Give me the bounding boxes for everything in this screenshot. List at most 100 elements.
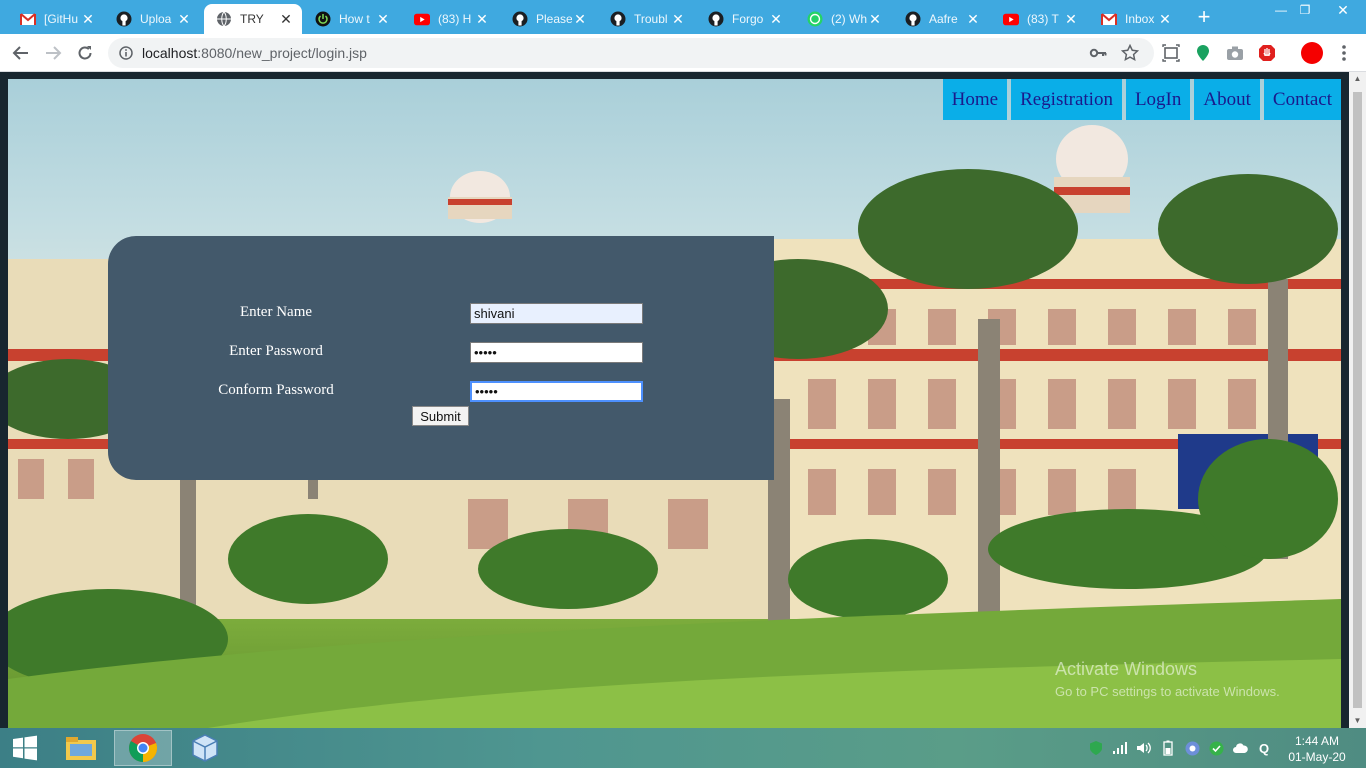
volume-icon[interactable]	[1136, 740, 1152, 756]
globe-icon	[216, 11, 232, 27]
browser-tab[interactable]: How t ✕	[303, 4, 399, 34]
tab-title: Forgo	[732, 12, 764, 26]
shield-tray-icon[interactable]	[1088, 740, 1104, 756]
tab-title: Uploa	[140, 12, 172, 26]
info-icon[interactable]	[119, 46, 133, 60]
close-tab-icon[interactable]: ✕	[867, 11, 883, 28]
login-form: Enter Name Enter Password Conform Passwo…	[108, 236, 774, 480]
map-pin-extension-icon[interactable]	[1193, 43, 1213, 63]
vertical-scrollbar[interactable]: ▲ ▼	[1349, 72, 1366, 728]
q-tray-icon[interactable]: Q	[1256, 740, 1272, 756]
power-icon	[315, 11, 331, 27]
clock-date: 01-May-20	[1288, 750, 1346, 764]
close-tab-icon[interactable]: ✕	[1063, 11, 1079, 28]
network-signal-icon[interactable]	[1112, 740, 1128, 756]
adblock-extension-icon[interactable]	[1257, 43, 1277, 63]
windows-logo-icon	[13, 735, 37, 761]
tab-title: (2) Wh	[831, 12, 867, 26]
bookmark-star-icon[interactable]	[1120, 43, 1140, 63]
site-nav: Home Registration LogIn About Contact	[942, 79, 1341, 120]
confirm-password-input[interactable]	[470, 381, 643, 402]
scroll-down-arrow-icon[interactable]: ▼	[1349, 714, 1366, 728]
browser-tab[interactable]: (83) H ✕	[402, 4, 498, 34]
chrome-tray-icon[interactable]	[1184, 740, 1200, 756]
password-input[interactable]	[470, 342, 643, 363]
github-icon	[512, 11, 528, 27]
check-tray-icon[interactable]	[1208, 740, 1224, 756]
address-bar[interactable]: localhost:8080/new_project/login.jsp	[108, 38, 1154, 68]
virtualbox-app[interactable]	[176, 730, 234, 766]
watermark-subtitle: Go to PC settings to activate Windows.	[1055, 684, 1280, 699]
camera-extension-icon[interactable]	[1225, 43, 1245, 63]
close-tab-icon[interactable]: ✕	[278, 11, 294, 28]
confirm-password-label: Conform Password	[218, 382, 334, 398]
new-tab-button[interactable]: +	[1192, 4, 1216, 30]
tab-title: (83) T	[1027, 12, 1059, 26]
start-button[interactable]	[0, 730, 50, 766]
name-input[interactable]	[470, 303, 643, 324]
folder-icon	[66, 737, 96, 760]
close-tab-icon[interactable]: ✕	[80, 11, 96, 28]
key-icon[interactable]	[1088, 43, 1108, 63]
windows-taskbar: Q 1:44 AM 01-May-20	[0, 728, 1366, 768]
close-tab-icon[interactable]: ✕	[375, 11, 391, 28]
close-tab-icon[interactable]: ✕	[768, 11, 784, 28]
chrome-menu-icon[interactable]	[1334, 43, 1354, 63]
browser-tab[interactable]: TRY ✕	[204, 4, 302, 34]
nav-link-registration[interactable]: Registration	[1011, 79, 1122, 120]
back-button[interactable]	[8, 40, 34, 66]
browser-tab[interactable]: Inbox ✕	[1089, 4, 1181, 34]
github-icon	[610, 11, 626, 27]
cloud-icon[interactable]	[1232, 740, 1248, 756]
nav-link-contact[interactable]: Contact	[1263, 79, 1341, 120]
screen-capture-icon[interactable]	[1161, 43, 1181, 63]
tab-title: Inbox	[1125, 12, 1155, 26]
close-tab-icon[interactable]: ✕	[965, 11, 981, 28]
reload-icon	[78, 46, 92, 60]
browser-tab[interactable]: Uploa ✕	[104, 4, 200, 34]
scrollbar-thumb[interactable]	[1353, 92, 1362, 708]
close-tab-icon[interactable]: ✕	[474, 11, 490, 28]
whatsapp-icon	[807, 11, 823, 27]
url-text: localhost:8080/new_project/login.jsp	[142, 45, 367, 61]
scroll-up-arrow-icon[interactable]: ▲	[1349, 72, 1366, 86]
system-clock[interactable]: 1:44 AM 01-May-20	[1284, 733, 1350, 765]
cube-icon	[192, 734, 218, 762]
youtube-icon	[414, 11, 430, 27]
tab-title: Please	[536, 12, 572, 26]
browser-tab[interactable]: [GitHu ✕	[8, 4, 104, 34]
close-tab-icon[interactable]: ✕	[1157, 11, 1173, 28]
browser-tab[interactable]: (2) Wh ✕	[795, 4, 891, 34]
chrome-app[interactable]	[114, 730, 172, 766]
close-tab-icon[interactable]: ✕	[670, 11, 686, 28]
browser-tab[interactable]: Aafre ✕	[893, 4, 989, 34]
close-window-button[interactable]: ✕	[1320, 0, 1366, 22]
restore-button[interactable]: ❐	[1290, 0, 1320, 22]
github-icon	[905, 11, 921, 27]
tab-title: How t	[339, 12, 370, 26]
nav-link-about[interactable]: About	[1194, 79, 1260, 120]
activate-windows-watermark: Activate Windows Go to PC settings to ac…	[1055, 659, 1280, 699]
nav-link-home[interactable]: Home	[942, 79, 1008, 120]
browser-tab[interactable]: Please ✕	[500, 4, 596, 34]
file-explorer-app[interactable]	[52, 730, 110, 766]
profile-avatar-icon[interactable]	[1300, 41, 1324, 65]
tab-title: Aafre	[929, 12, 958, 26]
page-viewport: Home Registration LogIn About Contact Enter …	[0, 72, 1366, 728]
battery-icon[interactable]	[1160, 740, 1176, 756]
youtube-icon	[1003, 11, 1019, 27]
nav-link-login[interactable]: LogIn	[1125, 79, 1191, 120]
browser-tab[interactable]: Forgo ✕	[696, 4, 792, 34]
browser-tab[interactable]: (83) T ✕	[991, 4, 1087, 34]
browser-tab[interactable]: Troubl ✕	[598, 4, 694, 34]
submit-button[interactable]: Submit	[412, 406, 469, 426]
forward-button[interactable]	[40, 40, 66, 66]
tab-title: TRY	[240, 12, 264, 26]
tab-title: [GitHu	[44, 12, 79, 26]
close-tab-icon[interactable]: ✕	[572, 11, 588, 28]
browser-toolbar: localhost:8080/new_project/login.jsp	[0, 34, 1366, 72]
close-tab-icon[interactable]: ✕	[176, 11, 192, 28]
reload-button[interactable]	[72, 40, 98, 66]
github-icon	[708, 11, 724, 27]
gmail-icon	[20, 11, 36, 27]
